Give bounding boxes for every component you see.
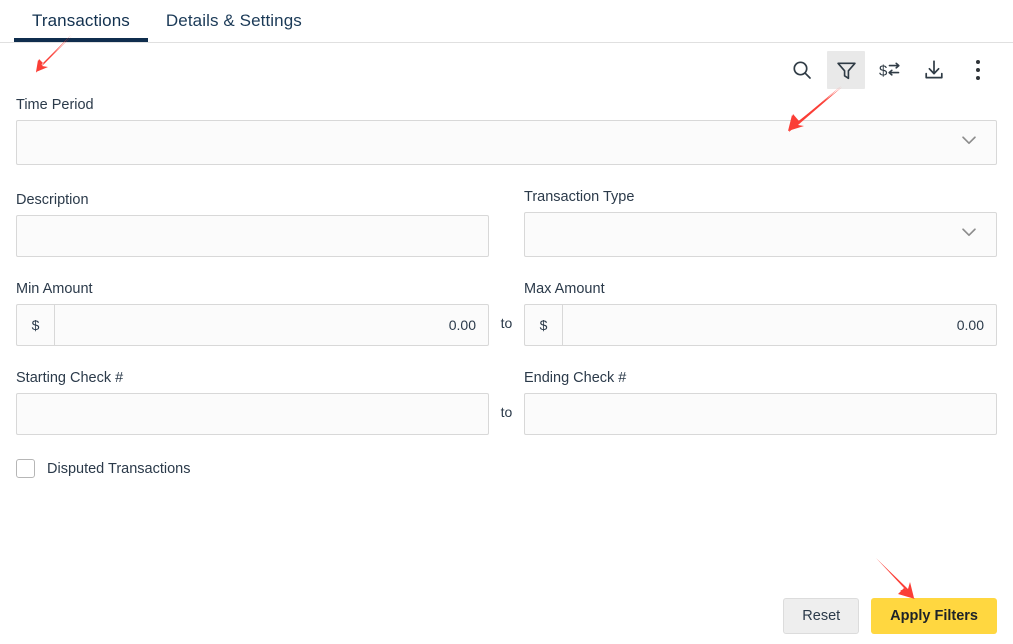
min-amount-input-group[interactable]: $ 0.00 [16,304,489,346]
transfer-button[interactable]: $ [871,51,909,89]
transfer-icon: $ [878,58,902,82]
ending-check-input[interactable] [524,393,997,435]
tab-details-settings-label: Details & Settings [165,11,302,30]
svg-text:$: $ [879,63,888,80]
chevron-down-icon [958,129,980,156]
max-amount-label: Max Amount [524,281,605,297]
field-max-amount: Max Amount $ 0.00 [524,281,997,346]
filter-button[interactable] [827,51,865,89]
search-button[interactable] [783,51,821,89]
row-disputed-transactions: Disputed Transactions [16,459,997,478]
form-actions: Reset Apply Filters [767,598,1013,634]
chevron-down-icon [958,221,980,248]
action-toolbar: $ [0,43,1013,97]
tab-transactions-label: Transactions [32,11,130,30]
row-description-type: Description Transaction Type [16,189,997,257]
time-period-select[interactable] [16,120,997,165]
tab-bar: Transactions Details & Settings [0,0,1013,43]
check-range-separator: to [500,404,513,420]
field-starting-check: Starting Check # [16,370,489,435]
filter-panel-screen: Transactions Details & Settings $ Time P… [0,0,1013,644]
description-input[interactable] [16,215,489,257]
max-amount-currency-symbol: $ [525,305,563,345]
more-options-icon [976,60,980,80]
download-button[interactable] [915,51,953,89]
reset-button[interactable]: Reset [783,598,860,634]
disputed-transactions-checkbox[interactable] [16,459,35,478]
field-min-amount: Min Amount $ 0.00 [16,281,489,346]
max-amount-value[interactable]: 0.00 [563,305,996,345]
row-amount-range: Min Amount $ 0.00 to Max Amount $ 0.00 [16,281,997,346]
apply-filters-button[interactable]: Apply Filters [871,598,997,634]
min-amount-value[interactable]: 0.00 [55,305,488,345]
spacer-description-type [489,242,524,257]
apply-filters-button-label: Apply Filters [890,608,978,624]
starting-check-label: Starting Check # [16,370,124,386]
ending-check-label: Ending Check # [524,370,627,386]
disputed-transactions-label[interactable]: Disputed Transactions [47,461,190,477]
time-period-label: Time Period [16,97,94,113]
transaction-type-select[interactable] [524,212,997,257]
filter-form: Time Period Description Transaction Type… [0,97,1013,478]
row-check-range: Starting Check # to Ending Check # [16,370,997,435]
more-options-button[interactable] [959,51,997,89]
field-transaction-type: Transaction Type [524,189,997,257]
min-amount-label: Min Amount [16,281,93,297]
amount-range-separator: to [500,315,513,331]
starting-check-input[interactable] [16,393,489,435]
field-description: Description [16,192,489,257]
min-amount-currency-symbol: $ [17,305,55,345]
row-time-period: Time Period [16,97,997,165]
reset-button-label: Reset [802,608,841,624]
tab-transactions[interactable]: Transactions [14,0,148,42]
search-icon [790,58,814,82]
transaction-type-label: Transaction Type [524,189,635,205]
download-icon [922,58,946,82]
filter-icon [835,59,858,82]
max-amount-input-group[interactable]: $ 0.00 [524,304,997,346]
field-time-period: Time Period [16,97,997,165]
description-label: Description [16,192,89,208]
arrow-to-apply-filters [875,557,915,599]
field-ending-check: Ending Check # [524,370,997,435]
tab-details-settings[interactable]: Details & Settings [148,0,320,42]
